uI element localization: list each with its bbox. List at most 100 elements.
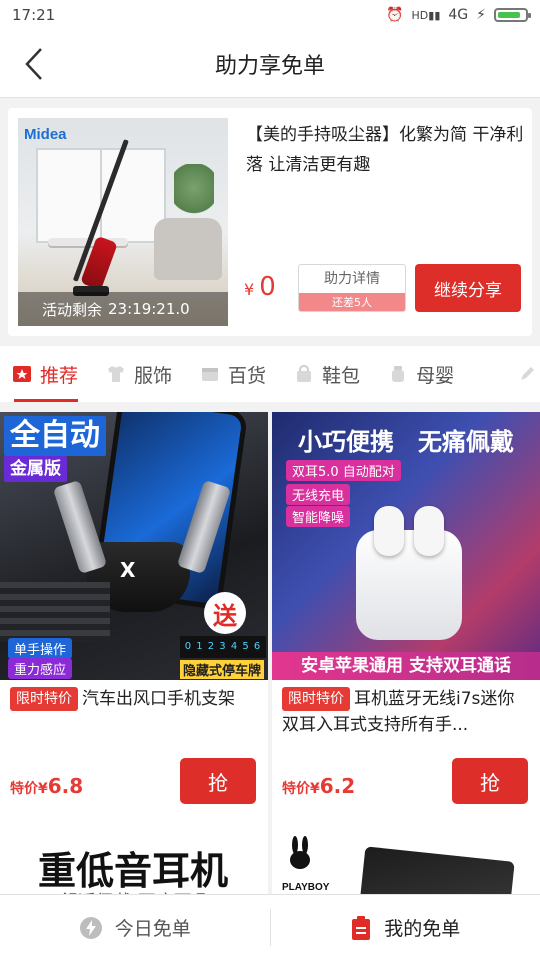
back-button[interactable]	[14, 44, 54, 84]
brand-label: PLAYBOY	[282, 882, 330, 893]
price-label: 特价	[10, 781, 38, 797]
next-product-row: 重低音耳机 舒适佩戴 不痛耳朵 PLAYBOY	[0, 826, 540, 896]
chevron-left-icon	[25, 48, 42, 80]
continue-share-button[interactable]: 继续分享	[415, 264, 521, 312]
tab-general-goods[interactable]: 百货	[200, 346, 266, 402]
hd-label: HD	[411, 8, 429, 22]
footer-banner: 安卓苹果通用 支持双耳通话	[272, 652, 540, 680]
assist-detail-button[interactable]: 助力详情 还差5人	[298, 264, 406, 312]
product-card[interactable]: 小巧便携 无痛佩戴 双耳5.0 自动配对 无线充电 智能降噪 安卓苹果通用 支持…	[272, 412, 540, 828]
tab-mother-baby[interactable]: 母婴	[388, 346, 454, 402]
product-info: 限时特价 汽车出风口手机支架 特价¥6.8 抢	[0, 680, 268, 828]
currency-symbol: ¥	[38, 781, 48, 797]
headline-label: 全自动	[4, 416, 106, 456]
bunny-logo-icon	[290, 836, 310, 869]
product-info: 限时特价 耳机蓝牙无线i7s迷你双耳入耳式支持所有手... 特价¥6.2 抢	[272, 680, 540, 828]
air-vent-shape	[0, 582, 110, 642]
bottom-nav: 今日免单 我的免单	[0, 894, 540, 960]
countdown-timer: 活动剩余 23:19:21.0	[18, 292, 228, 326]
assist-detail-label: 助力详情	[324, 271, 380, 287]
tab-label: 百货	[228, 364, 267, 387]
tab-label: 母婴	[416, 364, 455, 387]
signal-icon: HD▮▮	[411, 8, 441, 22]
promo-title[interactable]: 【美的手持吸尘器】化繁为简 干净利落 让清洁更有趣	[246, 120, 528, 180]
grab-button[interactable]: 抢	[180, 758, 256, 804]
product-price: 特价¥6.8	[10, 774, 83, 798]
category-tabs: 推荐 服饰 百货 鞋包 母婴	[0, 346, 540, 402]
plant-shape	[174, 164, 214, 224]
earbud-right-shape	[414, 506, 444, 556]
gift-sub-label: 隐藏式停车牌	[180, 660, 265, 679]
promo-card[interactable]: Midea 活动剩余 23:19:21.0 【美的手持吸尘器】化繁为简 干净利落…	[8, 108, 532, 336]
wallet-shape	[359, 846, 515, 896]
shirt-icon	[108, 366, 125, 382]
clipboard-icon	[352, 915, 371, 940]
headline-label: 小巧便携	[298, 428, 394, 456]
nav-my-free[interactable]: 我的免单	[271, 895, 540, 960]
x-logo-icon: X	[120, 558, 136, 582]
tab-label: 鞋包	[322, 364, 361, 387]
status-icons: ⏰ HD▮▮ 4G ⚡	[386, 7, 531, 23]
timer-value: 23:19:21.0	[108, 300, 190, 318]
room-window	[36, 148, 166, 243]
status-time: 17:21	[12, 6, 56, 24]
parking-plate-shape: 0 1 2 3 4 5 6 7 8	[180, 636, 266, 674]
nav-label: 我的免单	[384, 918, 461, 940]
product-card[interactable]: 重低音耳机 舒适佩戴 不痛耳朵	[0, 826, 268, 896]
nav-today-free[interactable]: 今日免单	[0, 895, 270, 960]
tab-label: 推荐	[40, 364, 79, 387]
feature-badge: 重力感应	[8, 658, 73, 679]
page-header: 助力享免单	[0, 30, 540, 98]
price-value: 0	[259, 272, 276, 302]
product-card[interactable]: PLAYBOY	[272, 826, 540, 896]
currency-symbol: ¥	[244, 280, 255, 299]
bag-icon	[297, 365, 312, 382]
feature-badge: 单手操作	[8, 638, 73, 659]
nav-label: 今日免单	[114, 918, 191, 940]
status-bar: 17:21 ⏰ HD▮▮ 4G ⚡	[0, 0, 540, 30]
promo-price: ¥ 0	[244, 272, 276, 302]
feature-pill: 双耳5.0 自动配对	[286, 460, 401, 481]
product-image[interactable]: X 全自动 金属版 单手操作 重力感应 送 0 1 2 3 4 5 6 7 8 …	[0, 412, 268, 680]
feature-pill: 智能降噪	[286, 506, 351, 527]
star-badge-icon	[13, 366, 31, 382]
limited-offer-tag: 限时特价	[282, 687, 350, 711]
charging-icon: ⚡	[476, 7, 486, 23]
product-price: 特价¥6.2	[282, 774, 355, 798]
baby-icon	[392, 366, 405, 382]
network-label: 4G	[448, 7, 469, 23]
sub-label: 金属版	[4, 456, 67, 482]
promo-product-image[interactable]: Midea 活动剩余 23:19:21.0	[18, 118, 228, 326]
box-icon	[202, 368, 219, 381]
tab-clothing[interactable]: 服饰	[106, 346, 172, 402]
page-title: 助力享免单	[214, 53, 325, 79]
price-label: 特价	[282, 781, 310, 797]
brand-logo: Midea	[24, 126, 67, 143]
battery-icon	[494, 8, 531, 22]
holder-arm-left	[52, 479, 108, 575]
price-value: 6.8	[47, 774, 84, 798]
alarm-icon: ⏰	[386, 7, 404, 23]
armchair-shape	[154, 218, 222, 280]
pencil-icon[interactable]	[518, 365, 536, 383]
tab-shoes-bags[interactable]: 鞋包	[294, 346, 360, 402]
timer-label: 活动剩余	[42, 300, 103, 319]
product-title[interactable]: 限时特价 耳机蓝牙无线i7s迷你双耳入耳式支持所有手...	[282, 686, 530, 738]
price-value: 6.2	[319, 774, 356, 798]
earbud-case-shape	[356, 530, 462, 640]
product-card[interactable]: X 全自动 金属版 单手操作 重力感应 送 0 1 2 3 4 5 6 7 8 …	[0, 412, 268, 828]
feature-pill: 无线充电	[286, 484, 351, 505]
product-name: 汽车出风口手机支架	[82, 689, 235, 709]
limited-offer-tag: 限时特价	[10, 687, 78, 711]
headline-label: 无痛佩戴	[418, 428, 514, 456]
lightning-icon	[79, 916, 102, 939]
earbud-left-shape	[374, 506, 404, 556]
assist-remaining-label: 还差5人	[299, 293, 405, 311]
grab-button[interactable]: 抢	[452, 758, 528, 804]
tab-label: 服饰	[134, 364, 173, 387]
tab-recommended[interactable]: 推荐	[12, 346, 79, 402]
product-title[interactable]: 限时特价 汽车出风口手机支架	[10, 686, 258, 712]
gift-badge: 送	[204, 592, 246, 634]
product-image[interactable]: 小巧便携 无痛佩戴 双耳5.0 自动配对 无线充电 智能降噪 安卓苹果通用 支持…	[272, 412, 540, 680]
product-headline: 重低音耳机	[38, 849, 229, 893]
